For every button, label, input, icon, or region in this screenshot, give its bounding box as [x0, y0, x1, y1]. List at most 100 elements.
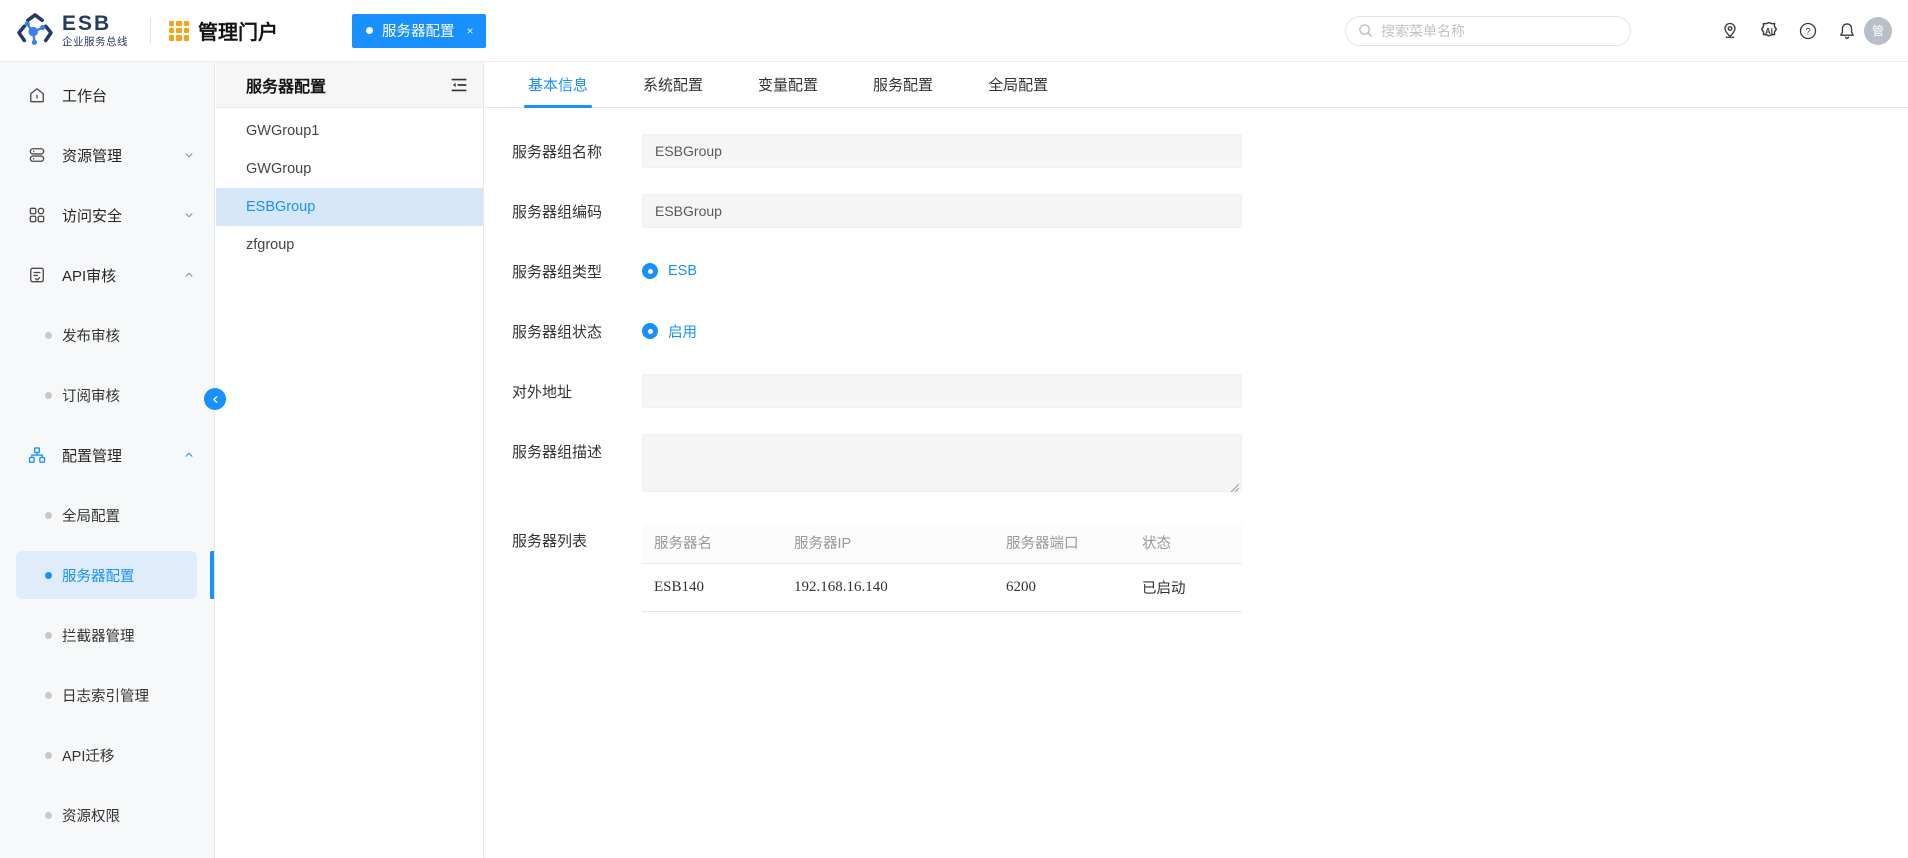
open-tab-server-config[interactable]: 服务器配置 ×	[352, 14, 486, 48]
group-item-gwgroup[interactable]: GWGroup	[216, 150, 483, 188]
cell-server-name: ESB140	[642, 563, 782, 611]
access-security-icon	[27, 205, 47, 225]
sidebar-collapse-button[interactable]	[204, 388, 226, 410]
api-audit-icon	[27, 265, 47, 285]
col-header-server-port: 服务器端口	[994, 523, 1130, 563]
radio-selected-icon	[642, 323, 658, 339]
table-header-row: 服务器名 服务器IP 服务器端口 状态	[642, 523, 1242, 563]
panel-header: 服务器配置	[216, 62, 483, 108]
logo-title: ESB	[62, 13, 128, 34]
tab-close-icon[interactable]: ×	[467, 24, 474, 38]
group-item-esbgroup[interactable]: ESBGroup	[216, 188, 483, 226]
tab-label: 服务器配置	[382, 20, 455, 41]
col-header-status: 状态	[1130, 523, 1242, 563]
sidebar-item-subscribe-audit[interactable]: 订阅审核	[16, 371, 197, 419]
field-label-group-status: 服务器组状态	[512, 314, 642, 348]
group-item-zfgroup[interactable]: zfgroup	[216, 226, 483, 264]
server-group-panel: 服务器配置 GWGroup1 GWGroup ESBGroup zfgroup	[216, 62, 484, 858]
config-sitemap-icon	[27, 445, 47, 465]
search-icon	[1358, 23, 1373, 38]
tab-basic-info[interactable]: 基本信息	[524, 62, 592, 107]
menu-search-box[interactable]	[1345, 16, 1631, 46]
sidebar-item-api-audit[interactable]: API审核	[16, 251, 197, 299]
radio-selected-icon	[642, 263, 658, 279]
tab-system-config[interactable]: 系统配置	[639, 62, 707, 107]
chevron-up-icon	[183, 449, 195, 461]
user-avatar[interactable]: 管	[1864, 17, 1892, 45]
field-label-external-address: 对外地址	[512, 374, 642, 408]
sidebar-item-publish-audit[interactable]: 发布审核	[16, 311, 197, 359]
sidebar-item-interceptor-management[interactable]: 拦截器管理	[16, 611, 197, 659]
cell-server-ip: 192.168.16.140	[782, 563, 994, 611]
sidebar-nav: 工作台 资源管理 访问安全 API审核 发布审核	[0, 62, 215, 858]
bullet-icon	[45, 332, 52, 339]
group-status-radio[interactable]: 启用	[642, 314, 697, 348]
sidebar-item-resources[interactable]: 资源管理	[16, 131, 197, 179]
sidebar-item-api-migration[interactable]: API迁移	[16, 731, 197, 779]
col-header-server-ip: 服务器IP	[782, 523, 994, 563]
avatar-text: 管	[1872, 22, 1884, 39]
group-type-radio[interactable]: ESB	[642, 254, 697, 288]
bullet-icon	[45, 392, 52, 399]
bullet-icon	[45, 812, 52, 819]
detail-tabbar: 基本信息 系统配置 变量配置 服务配置 全局配置	[485, 62, 1908, 108]
bullet-icon	[45, 512, 52, 519]
col-header-server-name: 服务器名	[642, 523, 782, 563]
cell-server-port: 6200	[994, 563, 1130, 611]
group-item-gwgroup1[interactable]: GWGroup1	[216, 112, 483, 150]
server-group-list: GWGroup1 GWGroup ESBGroup zfgroup	[216, 108, 483, 264]
esb-logo-icon	[16, 12, 54, 50]
sidebar-item-config-management[interactable]: 配置管理	[16, 431, 197, 479]
sidebar-item-global-config[interactable]: 全局配置	[16, 491, 197, 539]
bullet-icon	[45, 692, 52, 699]
field-label-group-name: 服务器组名称	[512, 134, 642, 168]
sidebar-item-server-config[interactable]: 服务器配置	[16, 551, 197, 599]
menu-search-input[interactable]	[1381, 23, 1618, 39]
portal-heading: 管理门户	[169, 16, 278, 45]
sidebar-item-access-security[interactable]: 访问安全	[16, 191, 197, 239]
table-row[interactable]: ESB140 192.168.16.140 6200 已启动	[642, 563, 1242, 611]
chevron-up-icon	[183, 269, 195, 281]
sidebar-item-log-index-management[interactable]: 日志索引管理	[16, 671, 197, 719]
bullet-icon	[45, 752, 52, 759]
group-code-input[interactable]	[642, 194, 1242, 228]
tab-global-config[interactable]: 全局配置	[984, 62, 1052, 107]
bullet-icon	[45, 572, 52, 579]
field-label-server-list: 服务器列表	[512, 523, 642, 612]
chevron-down-icon	[183, 209, 195, 221]
app-logo: ESB 企业服务总线	[16, 12, 128, 50]
chevron-left-icon	[210, 394, 221, 405]
group-description-textarea[interactable]	[642, 434, 1242, 492]
tab-service-config[interactable]: 服务配置	[869, 62, 937, 107]
topbar: ESB 企业服务总线 管理门户 服务器配置 ×	[0, 0, 1908, 62]
server-group-form: 服务器组名称 服务器组编码 服务器组类型 ESB 服务器组状态 启用 对外地址	[485, 108, 1908, 612]
external-address-input[interactable]	[642, 374, 1242, 408]
svg-text:AI: AI	[1765, 26, 1773, 35]
ai-assistant-icon[interactable]: AI	[1758, 20, 1780, 42]
home-icon	[27, 85, 47, 105]
selected-item-accent-bar	[210, 551, 214, 599]
svg-text:?: ?	[1805, 26, 1810, 37]
tab-variable-config[interactable]: 变量配置	[754, 62, 822, 107]
field-label-group-description: 服务器组描述	[512, 434, 642, 497]
portal-title: 管理门户	[198, 16, 278, 45]
menu-fold-icon[interactable]	[449, 75, 469, 95]
resources-icon	[27, 145, 47, 165]
portal-grid-icon	[169, 21, 189, 41]
field-label-group-code: 服务器组编码	[512, 194, 642, 228]
group-name-input[interactable]	[642, 134, 1242, 168]
panel-title: 服务器配置	[246, 73, 449, 97]
sidebar-item-resource-permissions[interactable]: 资源权限	[16, 791, 197, 839]
topbar-divider	[150, 18, 151, 44]
notifications-bell-icon[interactable]	[1836, 20, 1858, 42]
help-icon[interactable]: ?	[1797, 20, 1819, 42]
logo-subtitle: 企业服务总线	[62, 37, 128, 48]
cell-server-status: 已启动	[1130, 563, 1242, 611]
sidebar-item-workbench[interactable]: 工作台	[16, 71, 197, 119]
main-content: 基本信息 系统配置 变量配置 服务配置 全局配置 服务器组名称 服务器组编码 服…	[485, 62, 1908, 858]
server-list-table: 服务器名 服务器IP 服务器端口 状态 ESB140 192.168.16.14…	[642, 523, 1242, 612]
bullet-icon	[45, 632, 52, 639]
tab-active-dot	[366, 27, 373, 34]
field-label-group-type: 服务器组类型	[512, 254, 642, 288]
location-icon[interactable]	[1719, 20, 1741, 42]
